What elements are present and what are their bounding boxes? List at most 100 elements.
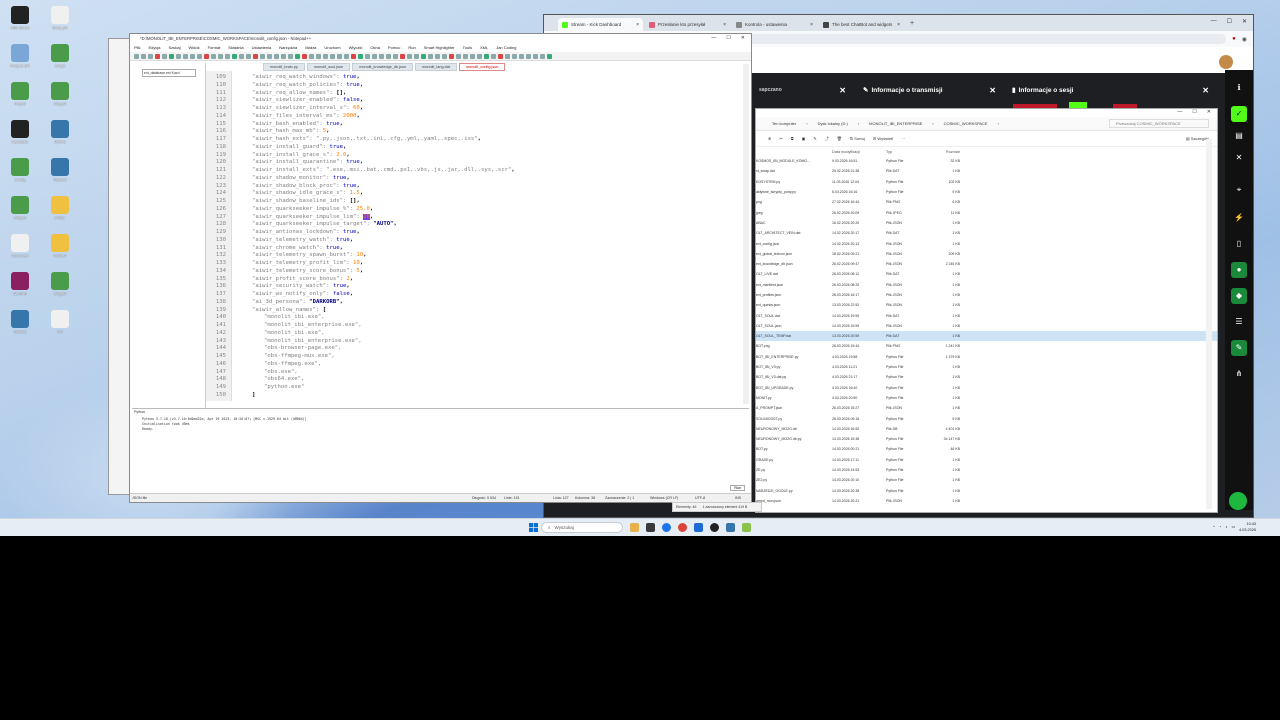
chat-icon[interactable]: ● xyxy=(1231,262,1247,278)
info-icon[interactable]: ℹ xyxy=(1231,80,1247,96)
toolbar-icon[interactable] xyxy=(183,53,188,59)
toolbar-icon[interactable] xyxy=(470,53,475,59)
toolbar-icon[interactable] xyxy=(379,53,384,59)
column-header-date[interactable]: Data modyfikacji xyxy=(832,150,886,154)
desktop-icon[interactable]: Skrypt4 xyxy=(40,272,80,297)
minimize-icon[interactable]: — xyxy=(1177,109,1182,117)
file-row[interactable]: A_PROMPT.json 26.03.2026 15:27 Plik JSON 1 … xyxy=(756,403,1217,413)
toolbar-icon[interactable] xyxy=(477,53,482,59)
browser-tab[interactable]: Stream - Kick Dashboard × xyxy=(558,18,643,31)
toolbar-icon[interactable] xyxy=(491,53,496,59)
desktop-icon[interactable]: Nowy plik xyxy=(40,6,80,31)
toolbar-icon[interactable] xyxy=(337,53,342,59)
menu-item[interactable]: Szukaj xyxy=(168,45,180,50)
copy-icon[interactable]: ▯ xyxy=(1231,236,1247,252)
windows-start-icon[interactable] xyxy=(529,523,538,532)
desktop-icon[interactable]: Projekt xyxy=(0,82,40,107)
explorer-scrollbar[interactable] xyxy=(1206,139,1212,509)
toolbar-icon[interactable] xyxy=(295,53,300,59)
menu-item[interactable]: Pomoc xyxy=(388,45,400,50)
check-icon[interactable]: ✓ xyxy=(1231,106,1247,122)
toolbar-icon[interactable] xyxy=(463,53,468,59)
maximize-icon[interactable]: ☐ xyxy=(726,35,730,41)
file-tab[interactable]: monolit_brain.py xyxy=(263,63,305,71)
focus-icon[interactable]: ⌖ xyxy=(1231,182,1247,198)
delete-icon[interactable]: 🗑 xyxy=(837,136,842,141)
toolbar-icon[interactable] xyxy=(204,53,209,59)
toolbar-icon[interactable] xyxy=(274,53,279,59)
column-header-size[interactable]: Rozmiar xyxy=(930,150,960,154)
toolbar-icon[interactable] xyxy=(533,53,538,59)
file-row[interactable]: ext_manifest.json 26.03.2026 08:20 Plik JS… xyxy=(756,280,1217,290)
desktop-icon[interactable]: Recycle Bin xyxy=(0,44,40,69)
menu-item[interactable]: Uruchom xyxy=(324,45,340,50)
file-row[interactable]: BOT.png 26.03.2026 19:44 Plik PNG 1 241 KB xyxy=(756,341,1217,351)
toolbar-icon[interactable] xyxy=(400,53,405,59)
browser-tab[interactable]: The best ChatBot and widgets × xyxy=(819,18,904,31)
menu-item[interactable]: Smart Highlighter xyxy=(424,45,455,50)
file-row[interactable]: NARZEDZI_OGOLE.py 14.03.2026 20:38 Python … xyxy=(756,486,1217,496)
file-row[interactable]: BOT_IBI_V3.py 4.03.2026 11:21 Python File 1… xyxy=(756,362,1217,372)
file-row[interactable]: BOT_IBI_UPGRADE.py 4.03.2026 16:40 Python … xyxy=(756,383,1217,393)
file-row[interactable]: SOULBOOST.py 26.03.2026 09:16 Python File 5… xyxy=(756,413,1217,423)
tools-icon[interactable]: ✎ xyxy=(1231,340,1247,356)
chevron-up-icon[interactable]: ^ xyxy=(1213,524,1215,530)
extensions-icon[interactable]: ● xyxy=(1232,36,1236,42)
paste-icon[interactable]: ▣ xyxy=(802,136,806,141)
file-row[interactable]: GRADE.py 14.03.2026 17:11 Python File 1 KB xyxy=(756,455,1217,465)
toolbar-icon[interactable] xyxy=(372,53,377,59)
menu-item[interactable]: Jan Coding xyxy=(496,45,516,50)
maximize-icon[interactable]: ☐ xyxy=(1227,18,1232,25)
minimize-icon[interactable]: — xyxy=(1211,18,1217,25)
close-icon[interactable]: × xyxy=(897,22,900,28)
new-icon[interactable]: ⊕ xyxy=(768,136,771,141)
copy-icon[interactable]: ⧉ xyxy=(791,136,794,141)
menu-item[interactable]: Widok xyxy=(188,45,199,50)
taskbar-search[interactable]: ⌕ Wyszukaj xyxy=(541,522,623,533)
chat-bubble-icon[interactable] xyxy=(1229,492,1247,510)
toolbar-icon[interactable] xyxy=(414,53,419,59)
menu-item[interactable]: Makra xyxy=(305,45,316,50)
toolbar-icon[interactable] xyxy=(267,53,272,59)
desktop-icon[interactable]: Narzędzie xyxy=(0,120,40,145)
file-row[interactable]: ext_quests.json 13.03.2026 22:52 Plik JSON… xyxy=(756,300,1217,310)
rename-icon[interactable]: ✎ xyxy=(813,136,816,141)
toolbar-icon[interactable] xyxy=(211,53,216,59)
toolbar-icon[interactable] xyxy=(407,53,412,59)
breadcrumb-item[interactable]: MONOLIT_IBI_ENTERPRISE xyxy=(869,121,922,126)
desktop-icon[interactable]: Skrypt2 xyxy=(40,82,80,107)
bolt-icon[interactable]: ⚡ xyxy=(1231,210,1247,226)
toolbar-icon[interactable] xyxy=(169,53,174,59)
battery-icon[interactable]: ▭ xyxy=(1232,524,1236,530)
toolbar-icon[interactable] xyxy=(162,53,167,59)
toolbar-icon[interactable] xyxy=(456,53,461,59)
vscode-icon[interactable] xyxy=(694,523,703,532)
toolbar-icon[interactable] xyxy=(484,53,489,59)
toolbar-icon[interactable] xyxy=(323,53,328,59)
toolbar-icon[interactable] xyxy=(239,53,244,59)
toolbar-icon[interactable] xyxy=(225,53,230,59)
toolbar-icon[interactable] xyxy=(260,53,265,59)
avatar[interactable] xyxy=(1219,55,1233,69)
toolbar-icon[interactable] xyxy=(302,53,307,59)
file-row[interactable]: OLT_SOUL.dat 14.03.2026 19:59 Plik DAT 1 KB xyxy=(756,310,1217,320)
menu-item[interactable]: Ustawienia xyxy=(252,45,272,50)
file-row[interactable]: NEURONOWY_MOZG.db.py 14.03.2026 15:38 Pyth… xyxy=(756,434,1217,444)
view-button[interactable]: ☰ Wyświetl xyxy=(873,136,893,141)
toolbar-icon[interactable] xyxy=(309,53,314,59)
toolbar-icon[interactable] xyxy=(288,53,293,59)
menu-item[interactable]: Format xyxy=(208,45,221,50)
run-button[interactable]: Run xyxy=(730,485,745,491)
file-row[interactable]: png 27.02.2026 16:44 Plik PNG 6 KB xyxy=(756,197,1217,207)
sort-button[interactable]: ⇅ Sortuj xyxy=(850,136,865,141)
toolbar-icon[interactable] xyxy=(316,53,321,59)
file-row[interactable]: OLT_LIVE.dat 26.03.2026 08:12 Plik DAT 1 KB xyxy=(756,269,1217,279)
browser-tab[interactable]: Przesłanie kto przesyłał × xyxy=(645,18,730,31)
toolbar-icon[interactable] xyxy=(505,53,510,59)
close-icon[interactable]: ✕ xyxy=(839,86,846,95)
menu-item[interactable]: Tools xyxy=(463,45,472,50)
browser-tab[interactable]: Kontrola - ustawienia × xyxy=(732,18,817,31)
toolbar-icon[interactable] xyxy=(344,53,349,59)
file-row[interactable]: ext_knowledge_db.json 26.02.2026 09:47 Pli… xyxy=(756,259,1217,269)
toolbar-icon[interactable] xyxy=(134,53,139,59)
